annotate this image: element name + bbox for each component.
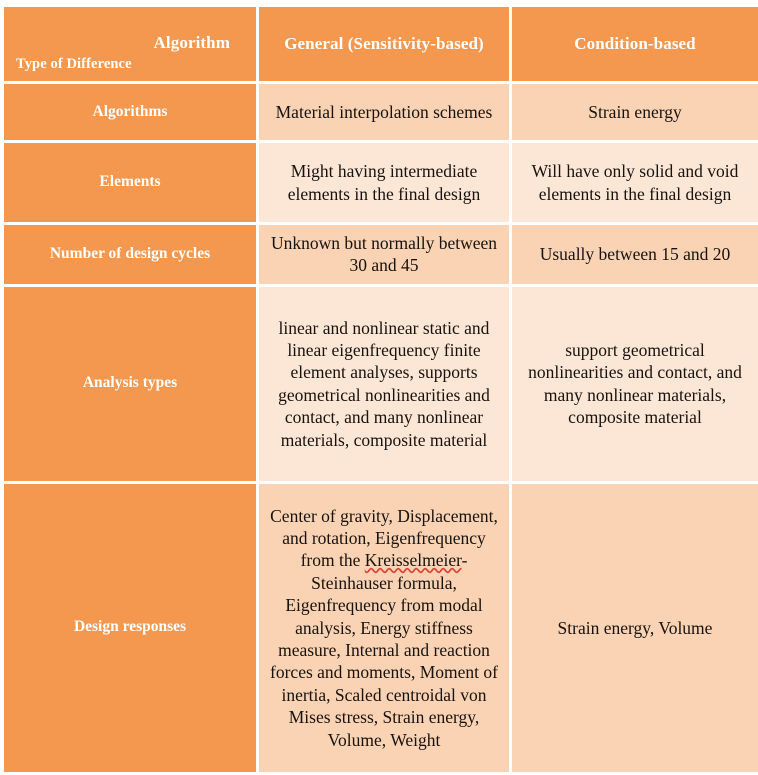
design-responses-misspelled-word: Kreisselmeier [364,550,462,571]
design-responses-text-part2: -Steinhauser formula, Eigenfrequency fro… [270,550,498,750]
column-header-condition-based: Condition-based [512,7,758,81]
cell-algorithms-condition: Strain energy [512,84,758,140]
corner-header-algorithm-label: Algorithm [153,33,230,52]
row-label-algorithms: Algorithms [4,84,256,140]
table-row: Algorithms Material interpolation scheme… [4,84,758,140]
cell-design-responses-condition: Strain energy, Volume [512,483,758,772]
cell-design-responses-general: Center of gravity, Displacement, and rot… [259,483,509,772]
cell-algorithms-general: Material interpolation schemes [259,84,509,140]
table-row: Analysis types linear and nonlinear stat… [4,286,758,481]
table-row: Design responses Center of gravity, Disp… [4,483,758,772]
cell-design-cycles-general: Unknown but normally between 30 and 45 [259,225,509,284]
cell-analysis-types-general: linear and nonlinear static and linear e… [259,286,509,481]
row-label-number-of-design-cycles: Number of design cycles [4,225,256,284]
row-label-elements: Elements [4,143,256,222]
column-header-general: General (Sensitivity-based) [259,7,509,81]
cell-analysis-types-condition: support geometrical nonlinearities and c… [512,286,758,481]
table-row: Elements Might having intermediate eleme… [4,143,758,222]
corner-header-cell: Algorithm Type of Difference [4,7,256,81]
cell-design-cycles-condition: Usually between 15 and 20 [512,225,758,284]
cell-elements-condition: Will have only solid and void elements i… [512,143,758,222]
table-body: Algorithms Material interpolation scheme… [4,84,758,772]
header-row: Algorithm Type of Difference General (Se… [4,7,758,81]
row-label-design-responses: Design responses [4,483,256,772]
comparison-table-container: Algorithm Type of Difference General (Se… [4,7,758,772]
table-row: Number of design cycles Unknown but norm… [4,225,758,284]
cell-elements-general: Might having intermediate elements in th… [259,143,509,222]
table-header: Algorithm Type of Difference General (Se… [4,7,758,81]
corner-header-type-of-difference-label: Type of Difference [16,56,132,73]
corner-header-inner: Algorithm Type of Difference [10,11,250,77]
row-label-analysis-types: Analysis types [4,286,256,481]
comparison-table: Algorithm Type of Difference General (Se… [1,4,758,775]
